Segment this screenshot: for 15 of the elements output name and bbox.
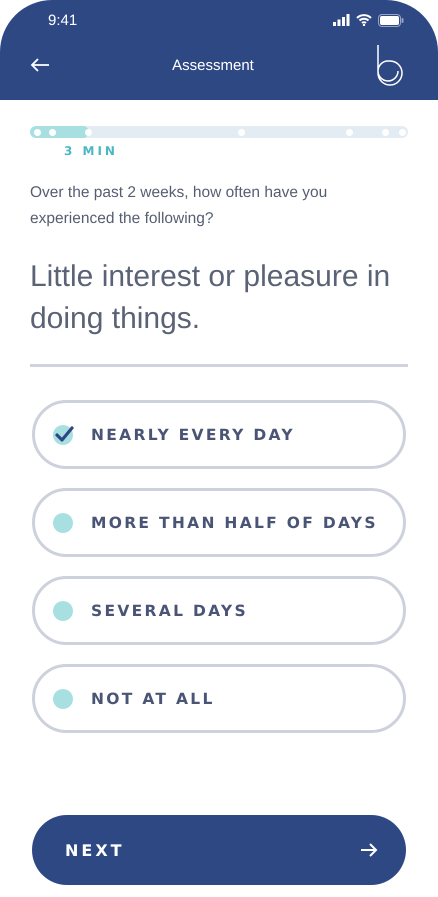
signal-icon (333, 14, 350, 26)
answer-option[interactable]: NEARLY EVERY DAY (32, 400, 406, 469)
back-arrow-icon[interactable] (30, 58, 50, 72)
battery-icon (378, 14, 404, 26)
wifi-icon (356, 14, 372, 26)
next-button[interactable]: NEXT (32, 815, 406, 885)
time-estimate: 3 MIN (64, 144, 118, 158)
question-text: Little interest or pleasure in doing things. (30, 259, 392, 337)
answer-option[interactable]: SEVERAL DAYS (32, 576, 406, 645)
answer-option[interactable]: NOT AT ALL (32, 664, 406, 733)
answer-option[interactable]: MORE THAN HALF OF DAYS (32, 488, 406, 557)
status-time: 9:41 (48, 12, 78, 28)
question-prompt: Over the past 2 weeks, how often have you experienced the following? (30, 183, 328, 229)
arrow-right-icon (360, 842, 378, 858)
screen-title: Assessment (172, 56, 254, 74)
